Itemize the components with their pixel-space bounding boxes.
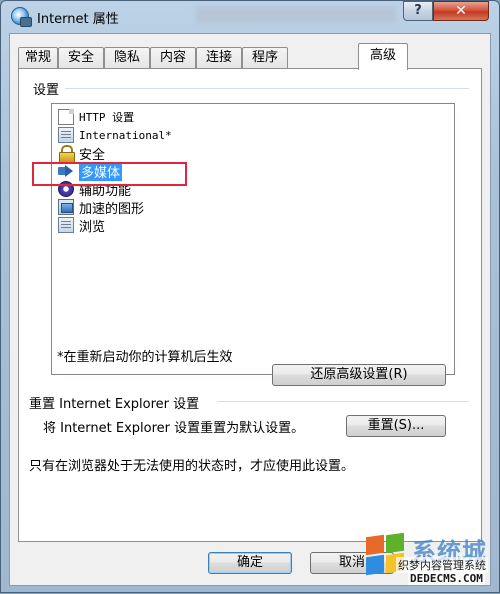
tree-item-international[interactable]: International* — [58, 126, 172, 144]
tab-content[interactable]: 内容 — [150, 47, 196, 69]
settings-tree-list[interactable]: HTTP 设置 International* 安全 多媒体 辅助功能 加速的图形… — [51, 103, 455, 375]
watermark-line-1: 织梦内容管理系统 — [396, 557, 488, 573]
tree-item-browsing[interactable]: 浏览 — [58, 216, 106, 235]
tree-item-http-settings[interactable]: HTTP 设置 — [58, 108, 134, 126]
red-highlight-annotation — [32, 162, 187, 186]
settings-group-divider — [65, 88, 469, 89]
reset-warning: 只有在浏览器处于无法使用的状态时，才应使用此设置。 — [29, 459, 355, 474]
reset-button[interactable]: 重置(S)... — [346, 415, 446, 437]
tab-connections[interactable]: 连接 — [196, 47, 242, 69]
accelerated-graphics-icon — [58, 199, 74, 215]
reset-description: 将 Internet Explorer 设置重置为默认设置。 — [43, 421, 305, 436]
advanced-tab-panel: 设置 HTTP 设置 International* 安全 多媒体 辅助功能 加速… — [18, 68, 482, 542]
reset-group-divider — [217, 401, 469, 402]
reset-group-label: 重置 Internet Explorer 设置 — [29, 397, 200, 412]
folder-icon — [58, 127, 74, 143]
internet-options-window: Internet 属性 ? ✕ 常规 安全 隐私 内容 连接 程序 高级 设置 … — [0, 0, 500, 593]
restart-note: *在重新启动你的计算机后生效 — [57, 350, 233, 365]
tab-programs[interactable]: 程序 — [242, 47, 288, 69]
tab-advanced[interactable]: 高级 — [358, 43, 408, 70]
internet-options-icon — [11, 7, 32, 27]
lock-icon — [58, 145, 75, 163]
settings-group-label: 设置 — [33, 83, 60, 98]
tab-privacy[interactable]: 隐私 — [104, 47, 150, 69]
tree-item-label: HTTP 设置 — [79, 111, 135, 124]
blurred-title-area — [196, 7, 396, 23]
close-button[interactable]: ✕ — [433, 1, 489, 21]
watermark-line-2: DEDECMS.COM — [408, 572, 485, 585]
tree-item-label: 浏览 — [79, 219, 106, 235]
tree-item-accelerated-graphics[interactable]: 加速的图形 — [58, 198, 145, 217]
folder-icon — [58, 217, 74, 233]
site-watermark: 系统城 织梦内容管理系统 DEDECMS.COM — [356, 526, 500, 594]
title-bar[interactable]: Internet 属性 ? ✕ — [1, 1, 499, 31]
dialog-client-area: 常规 安全 隐私 内容 连接 程序 高级 设置 HTTP 设置 Internat… — [9, 33, 491, 586]
help-button[interactable]: ? — [403, 1, 433, 21]
document-icon — [58, 109, 74, 125]
restore-advanced-settings-button[interactable]: 还原高级设置(R) — [272, 364, 446, 386]
ok-button[interactable]: 确定 — [208, 552, 292, 574]
tree-item-label: International* — [79, 128, 172, 142]
tree-item-label: 安全 — [79, 147, 106, 163]
tree-item-security[interactable]: 安全 — [58, 144, 106, 163]
tab-general[interactable]: 常规 — [18, 47, 58, 69]
window-title: Internet 属性 — [37, 12, 119, 27]
tab-security[interactable]: 安全 — [58, 47, 104, 69]
tree-item-label: 加速的图形 — [79, 201, 145, 217]
